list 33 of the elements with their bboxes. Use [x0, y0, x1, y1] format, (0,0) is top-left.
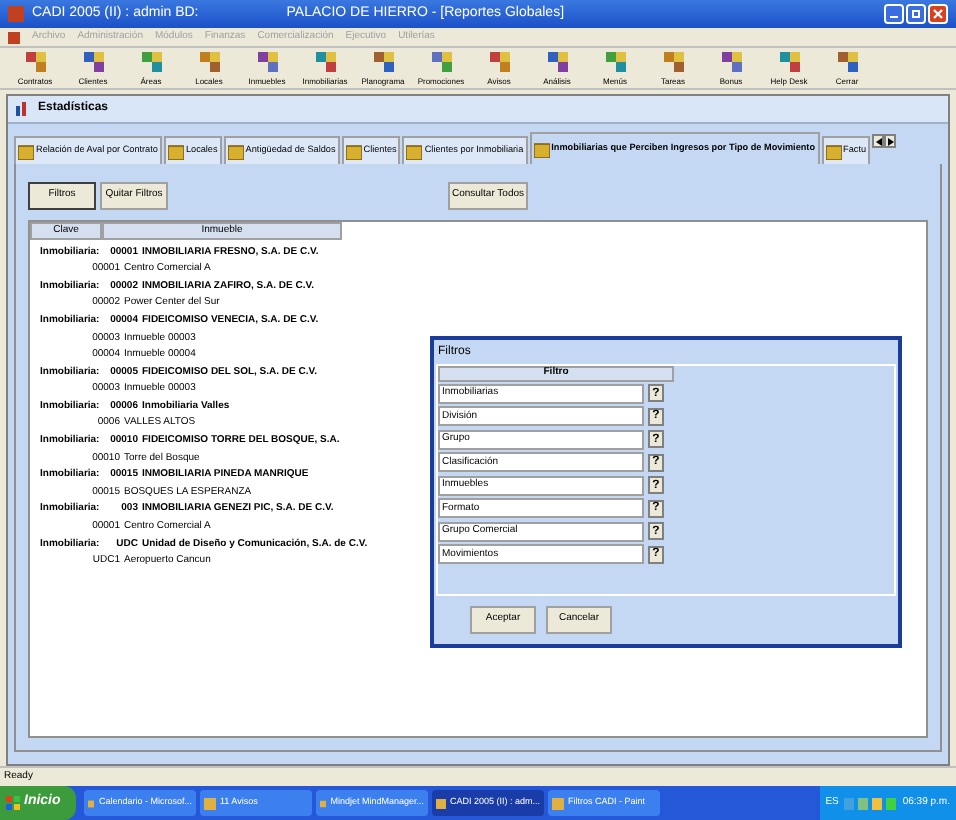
folder-icon	[533, 141, 550, 157]
tool-icon	[139, 50, 163, 74]
app-icon	[204, 797, 216, 809]
tool-icon	[23, 50, 47, 74]
windows-logo-icon	[6, 796, 20, 810]
app-icon	[552, 797, 564, 809]
tool-icon	[197, 50, 221, 74]
tool-icon	[777, 50, 801, 74]
minimize-button[interactable]	[884, 4, 904, 24]
folder-icon	[345, 143, 362, 159]
folder-icon	[227, 143, 244, 159]
tray-icons	[844, 797, 897, 809]
app-icon	[436, 797, 446, 809]
tool-icon	[255, 50, 279, 74]
restore-button[interactable]	[906, 4, 926, 24]
close-button[interactable]	[928, 4, 948, 24]
folder-icon	[406, 143, 423, 159]
folder-icon	[825, 143, 842, 159]
tool-icon	[719, 50, 743, 74]
tool-icon	[487, 50, 511, 74]
folder-icon	[167, 143, 184, 159]
tool-icon	[81, 50, 105, 74]
tool-icon	[603, 50, 627, 74]
tool-icon	[371, 50, 395, 74]
tool-icon	[545, 50, 569, 74]
tool-icon	[313, 50, 337, 74]
app-icon	[88, 797, 95, 809]
chart-icon	[16, 102, 30, 116]
tool-icon	[835, 50, 859, 74]
folder-icon	[18, 143, 34, 159]
tool-icon	[661, 50, 685, 74]
app-icon	[320, 797, 327, 809]
tool-icon	[429, 50, 453, 74]
